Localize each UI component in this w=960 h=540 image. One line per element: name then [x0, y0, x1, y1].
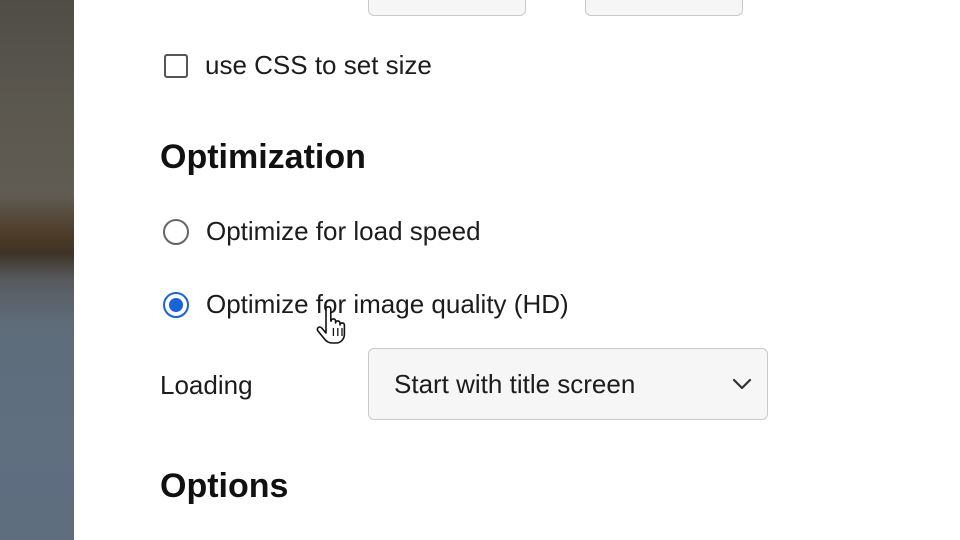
width-input[interactable]: [368, 0, 526, 16]
settings-panel: use CSS to set size Optimization Optimiz…: [74, 0, 960, 540]
optimization-heading: Optimization: [160, 138, 366, 176]
optimize-image-quality-radio[interactable]: [163, 291, 189, 318]
css-size-label: use CSS to set size: [205, 50, 432, 80]
options-heading: Options: [160, 467, 289, 505]
chevron-down-icon: [731, 373, 753, 395]
background-image-strip: [0, 0, 74, 540]
hand-pointer-icon: [314, 306, 350, 346]
optimize-image-quality-label: Optimize for image quality (HD): [206, 289, 569, 319]
loading-label: Loading: [160, 370, 253, 400]
optimize-load-speed-label: Optimize for load speed: [206, 216, 481, 246]
css-size-checkbox[interactable]: [164, 53, 188, 78]
optimize-load-speed-radio[interactable]: [163, 218, 189, 245]
page: use CSS to set size Optimization Optimiz…: [0, 0, 960, 540]
optimize-load-speed-option[interactable]: Optimize for load speed: [163, 216, 481, 247]
optimize-image-quality-option[interactable]: Optimize for image quality (HD): [163, 289, 569, 320]
css-size-option[interactable]: use CSS to set size: [164, 50, 432, 81]
loading-select[interactable]: Start with title screen: [368, 348, 768, 420]
height-input[interactable]: [585, 0, 743, 16]
loading-select-value: Start with title screen: [394, 368, 636, 399]
